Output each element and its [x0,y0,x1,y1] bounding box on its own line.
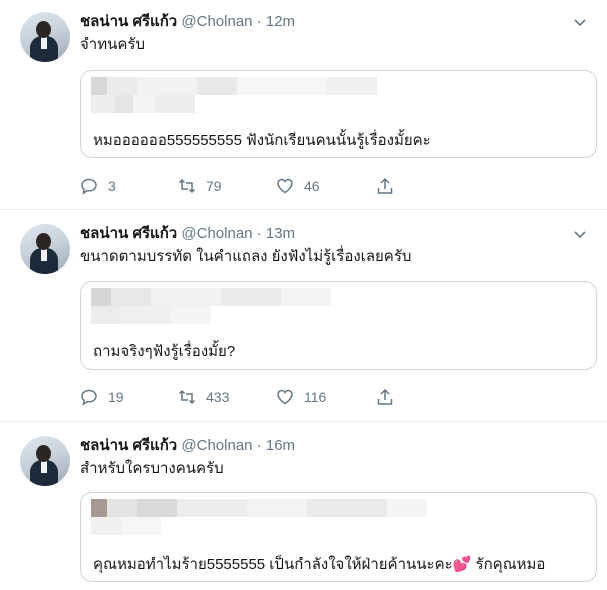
like-count: 116 [304,389,327,405]
reply-count: 3 [108,178,116,194]
retweet-count: 79 [206,178,222,194]
reply-icon [81,178,97,195]
retweet-button[interactable]: 433 [178,387,229,407]
tweet-header: ชลน่าน ศรีแก้ว @Cholnan · 13m [80,224,295,244]
author-handle[interactable]: @Cholnan [181,437,252,454]
separator-dot: · [256,13,262,30]
separator-dot: · [256,225,262,242]
tweet-header: ชลน่าน ศรีแก้ว @Cholnan · 12m [80,12,295,32]
share-button[interactable] [376,176,404,196]
tweet-header: ชลน่าน ศรีแก้ว @Cholnan · 16m [80,436,295,456]
avatar[interactable] [20,12,70,62]
share-icon [377,177,393,194]
chevron-down-icon[interactable] [573,228,587,242]
retweet-icon [178,178,196,194]
tweet[interactable]: ชลน่าน ศรีแก้ว @Cholnan · 13m ขนาดตามบรร… [0,210,607,422]
tweet-timestamp[interactable]: 13m [266,225,295,242]
author-name[interactable]: ชลน่าน ศรีแก้ว [80,437,177,454]
heart-icon [277,389,293,405]
quoted-tweet-text: หมออออออ555555555 ฟังนักเรียนคนนั้นรู้เร… [93,132,431,149]
like-count: 46 [304,178,320,194]
retweet-button[interactable]: 79 [178,176,222,196]
share-icon [377,388,393,405]
quoted-tweet[interactable]: หมออออออ555555555 ฟังนักเรียนคนนั้นรู้เร… [80,70,597,158]
tweet-text: ขนาดตามบรรทัด ในคำแถลง ยังฟังไม่รู้เรื่อ… [80,248,412,265]
avatar[interactable] [20,224,70,274]
author-name[interactable]: ชลน่าน ศรีแก้ว [80,13,177,30]
reply-icon [81,389,97,406]
quoted-tweet-text: ถามจริงๆฟังรู้เรื่องมั้ย? [93,343,236,360]
tweet[interactable]: ชลน่าน ศรีแก้ว @Cholnan · 12m จำทนครับ ห… [0,0,607,210]
reply-button[interactable]: 3 [80,176,116,196]
tweet-text: จำทนครับ [80,36,145,53]
tweet-timestamp[interactable]: 16m [266,437,295,454]
retweet-icon [178,389,196,405]
blurred-quoted-author [91,499,427,541]
like-button[interactable]: 46 [276,176,320,196]
reply-count: 19 [108,389,124,405]
share-button[interactable] [376,387,404,407]
quoted-tweet[interactable]: คุณหมอทำไมร้าย5555555 เป็นกำลังใจให้ฝ่าย… [80,492,597,582]
tweet-timestamp[interactable]: 12m [266,13,295,30]
author-handle[interactable]: @Cholnan [181,225,252,242]
author-handle[interactable]: @Cholnan [181,13,252,30]
blurred-quoted-author [91,77,377,119]
tweet-text: สำหรับใครบางคนครับ [80,460,224,477]
like-button[interactable]: 116 [276,387,326,407]
retweet-count: 433 [206,389,230,405]
separator-dot: · [256,437,262,454]
reply-button[interactable]: 19 [80,387,124,407]
blurred-quoted-author [91,288,331,330]
tweet-actions: 19 433 116 [80,387,400,407]
quoted-tweet-text: คุณหมอทำไมร้าย5555555 เป็นกำลังใจให้ฝ่าย… [93,556,546,573]
quoted-tweet[interactable]: ถามจริงๆฟังรู้เรื่องมั้ย? [80,281,597,370]
heart-icon [277,178,293,194]
tweet[interactable]: ชลน่าน ศรีแก้ว @Cholnan · 16m สำหรับใครบ… [0,422,607,590]
author-name[interactable]: ชลน่าน ศรีแก้ว [80,225,177,242]
tweet-actions: 3 79 46 [80,176,400,196]
two-hearts-icon: 💕 [452,556,472,573]
avatar[interactable] [20,436,70,486]
chevron-down-icon[interactable] [573,16,587,30]
